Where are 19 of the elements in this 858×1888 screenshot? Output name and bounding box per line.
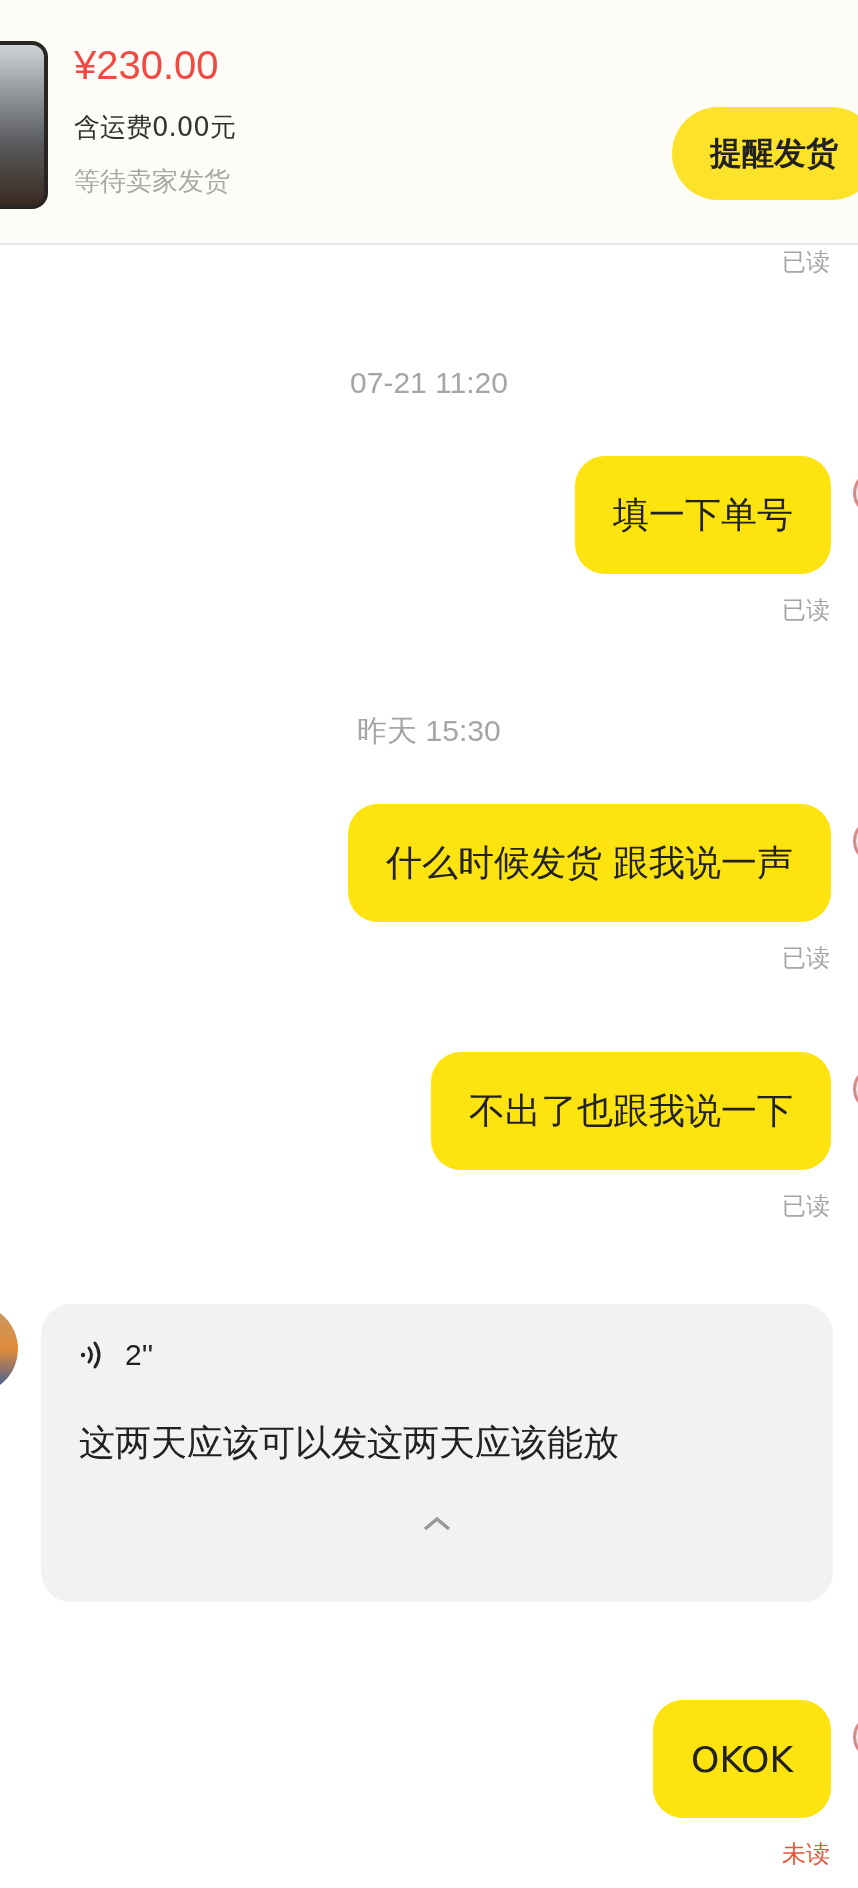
read-status: 已读: [782, 596, 830, 624]
timestamp: 07-21 11:20: [350, 365, 508, 401]
read-status: 已读: [782, 944, 830, 972]
sent-message-bubble: 什么时候发货 跟我说一声: [347, 804, 831, 922]
read-status: 未读: [782, 1840, 830, 1868]
voice-icon[interactable]: [79, 1340, 103, 1370]
voice-duration: 2'': [125, 1338, 154, 1372]
collapse-chevron-icon[interactable]: [422, 1516, 452, 1532]
timestamp: 昨天 15:30: [357, 713, 501, 749]
remind-ship-button[interactable]: 提醒发货: [672, 107, 858, 200]
order-price: ¥230.00: [74, 42, 220, 89]
read-status: 已读: [782, 248, 830, 276]
read-status: 已读: [782, 1192, 830, 1220]
order-status: 等待卖家发货: [74, 165, 231, 198]
voice-transcript: 这两天应该可以发这两天应该能放: [79, 1421, 619, 1465]
sent-message-bubble: 填一下单号: [575, 456, 831, 574]
sent-message-bubble: OKOK: [653, 1700, 831, 1818]
sent-message-bubble: 不出了也跟我说一下: [431, 1052, 831, 1170]
shipping-fee: 含运费0.00元: [74, 111, 236, 144]
